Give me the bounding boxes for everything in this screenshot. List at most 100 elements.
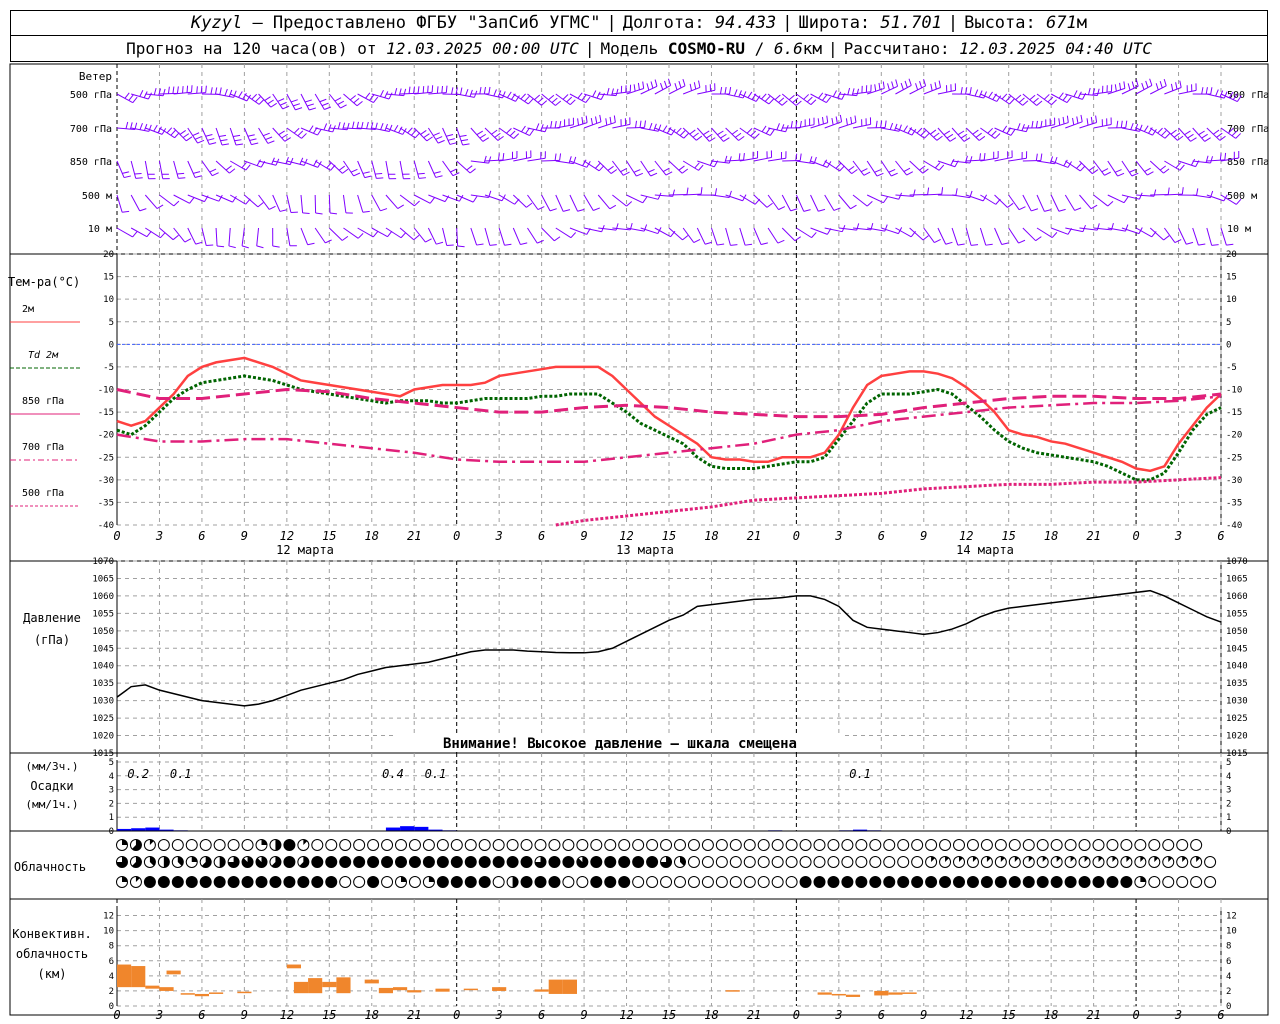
cloud-circle xyxy=(674,876,686,888)
cloud-symbol xyxy=(827,839,840,851)
cloud-fill xyxy=(814,876,825,888)
wind-barb xyxy=(994,227,1003,245)
pres-tick-right: 1030 xyxy=(1226,697,1248,707)
wind-barb-feather xyxy=(373,96,379,103)
wind-barb-feather xyxy=(790,208,798,212)
wind-barb-feather xyxy=(585,96,591,103)
wind-barb-feather xyxy=(563,209,571,212)
temp-x-tick: 6 xyxy=(1217,529,1224,543)
cloud-symbol xyxy=(590,876,603,888)
cloud-fill xyxy=(381,856,393,868)
wind-barb xyxy=(881,194,899,200)
wind-barb-feather xyxy=(497,153,500,161)
cloud-fill xyxy=(855,876,867,888)
wind-barb-feather xyxy=(1198,130,1205,136)
wind-barb xyxy=(427,227,437,245)
wind-barb-feather xyxy=(479,86,482,95)
wind-barb-feather xyxy=(205,85,207,93)
cloud-symbol xyxy=(1106,876,1119,888)
wind-barb-feather xyxy=(341,235,349,241)
cloud-circle xyxy=(1176,876,1189,888)
conv-cloud-bar xyxy=(194,993,209,997)
cloud-symbol xyxy=(855,876,868,888)
temp-x-tick: 15 xyxy=(662,529,676,543)
wind-barb xyxy=(824,160,841,172)
wind-barb-feather xyxy=(903,125,908,132)
cloud-circle xyxy=(1162,876,1175,888)
wind-barb-feather xyxy=(875,120,878,128)
wind-barb-feather xyxy=(1157,127,1163,134)
cloud-symbol xyxy=(367,839,380,851)
wind-barb-feather xyxy=(182,133,190,139)
wind-barb-feather xyxy=(220,139,228,142)
wind-barb-feather xyxy=(1076,163,1082,169)
cloud-circle xyxy=(492,876,505,888)
wind-barb-feather xyxy=(537,239,544,244)
cloud-fill xyxy=(841,876,853,888)
wind-barb-feather xyxy=(407,127,413,134)
cloud-symbol xyxy=(450,839,463,851)
wind-barb xyxy=(442,160,454,176)
wind-barb-feather xyxy=(135,177,143,179)
wind-barb-feather xyxy=(241,245,249,249)
cloud-circle xyxy=(520,839,533,851)
wind-barb xyxy=(1220,227,1227,246)
temp-x-tick: 3 xyxy=(834,529,842,543)
cloud-circle xyxy=(339,876,352,888)
wind-barb-feather xyxy=(437,139,445,144)
wind-barb-feather xyxy=(147,92,152,100)
wind-barb-feather xyxy=(257,202,264,208)
wind-barb-feather xyxy=(238,91,243,98)
cloud-circle xyxy=(701,839,714,851)
temp-legend-label: Td 2м xyxy=(28,350,59,361)
wind-barb-feather xyxy=(302,212,310,214)
wind-barb-feather xyxy=(513,133,520,139)
cloud-symbol xyxy=(1148,876,1161,888)
wind-barb-feather xyxy=(833,207,841,211)
precip-tick-right: 5 xyxy=(1226,758,1231,768)
wind-barb-feather xyxy=(768,98,775,105)
wind-barb-feather xyxy=(581,116,584,125)
cloud-symbol xyxy=(799,839,812,851)
cloud-circle xyxy=(953,839,965,851)
wind-barb-feather xyxy=(357,233,364,239)
pres-tick-left: 1065 xyxy=(92,574,114,584)
wind-barb xyxy=(413,127,428,142)
cloud-symbol xyxy=(213,856,226,868)
wind-barb-feather xyxy=(682,78,686,86)
wind-barb xyxy=(555,194,564,212)
cloud-symbol xyxy=(1064,839,1077,851)
temp-tick-left: -40 xyxy=(98,521,114,531)
wind-barb-feather xyxy=(876,172,884,177)
temp-legend-label: 700 гПа xyxy=(22,442,64,453)
cloud-circle xyxy=(715,876,728,888)
wind-barb-feather xyxy=(153,87,157,95)
cloud-symbol xyxy=(687,839,700,851)
cloud-fill xyxy=(479,856,491,868)
cloud-circle xyxy=(562,839,575,851)
wind-barb-feather xyxy=(778,206,786,211)
wind-barb-feather xyxy=(162,88,166,96)
wind-barb-feather xyxy=(620,168,628,173)
wind-barb xyxy=(541,194,551,212)
wind-barb-feather xyxy=(719,87,723,95)
wind-barb-feather xyxy=(938,80,942,88)
cloud-symbol xyxy=(129,876,142,888)
wind-barb-feather xyxy=(1005,96,1011,102)
wind-barb-feather xyxy=(309,107,317,111)
cloud-symbol xyxy=(422,839,435,851)
cloud-circle xyxy=(743,876,756,888)
wind-barb-feather xyxy=(278,130,285,136)
wind-barb-feather xyxy=(384,123,388,131)
cloud-circle xyxy=(743,839,756,851)
wind-barb xyxy=(1008,227,1019,244)
wind-barb-feather xyxy=(607,165,614,171)
wind-barb-feather xyxy=(167,86,170,94)
cloud-symbol xyxy=(925,876,938,888)
wind-barb-feather xyxy=(520,93,526,100)
wind-barb-feather xyxy=(642,81,645,89)
wind-barb-feather xyxy=(960,87,963,95)
wind-barb-feather xyxy=(1035,153,1038,161)
wind-barb-feather xyxy=(537,97,544,103)
wind-barb-feather xyxy=(1035,236,1042,242)
